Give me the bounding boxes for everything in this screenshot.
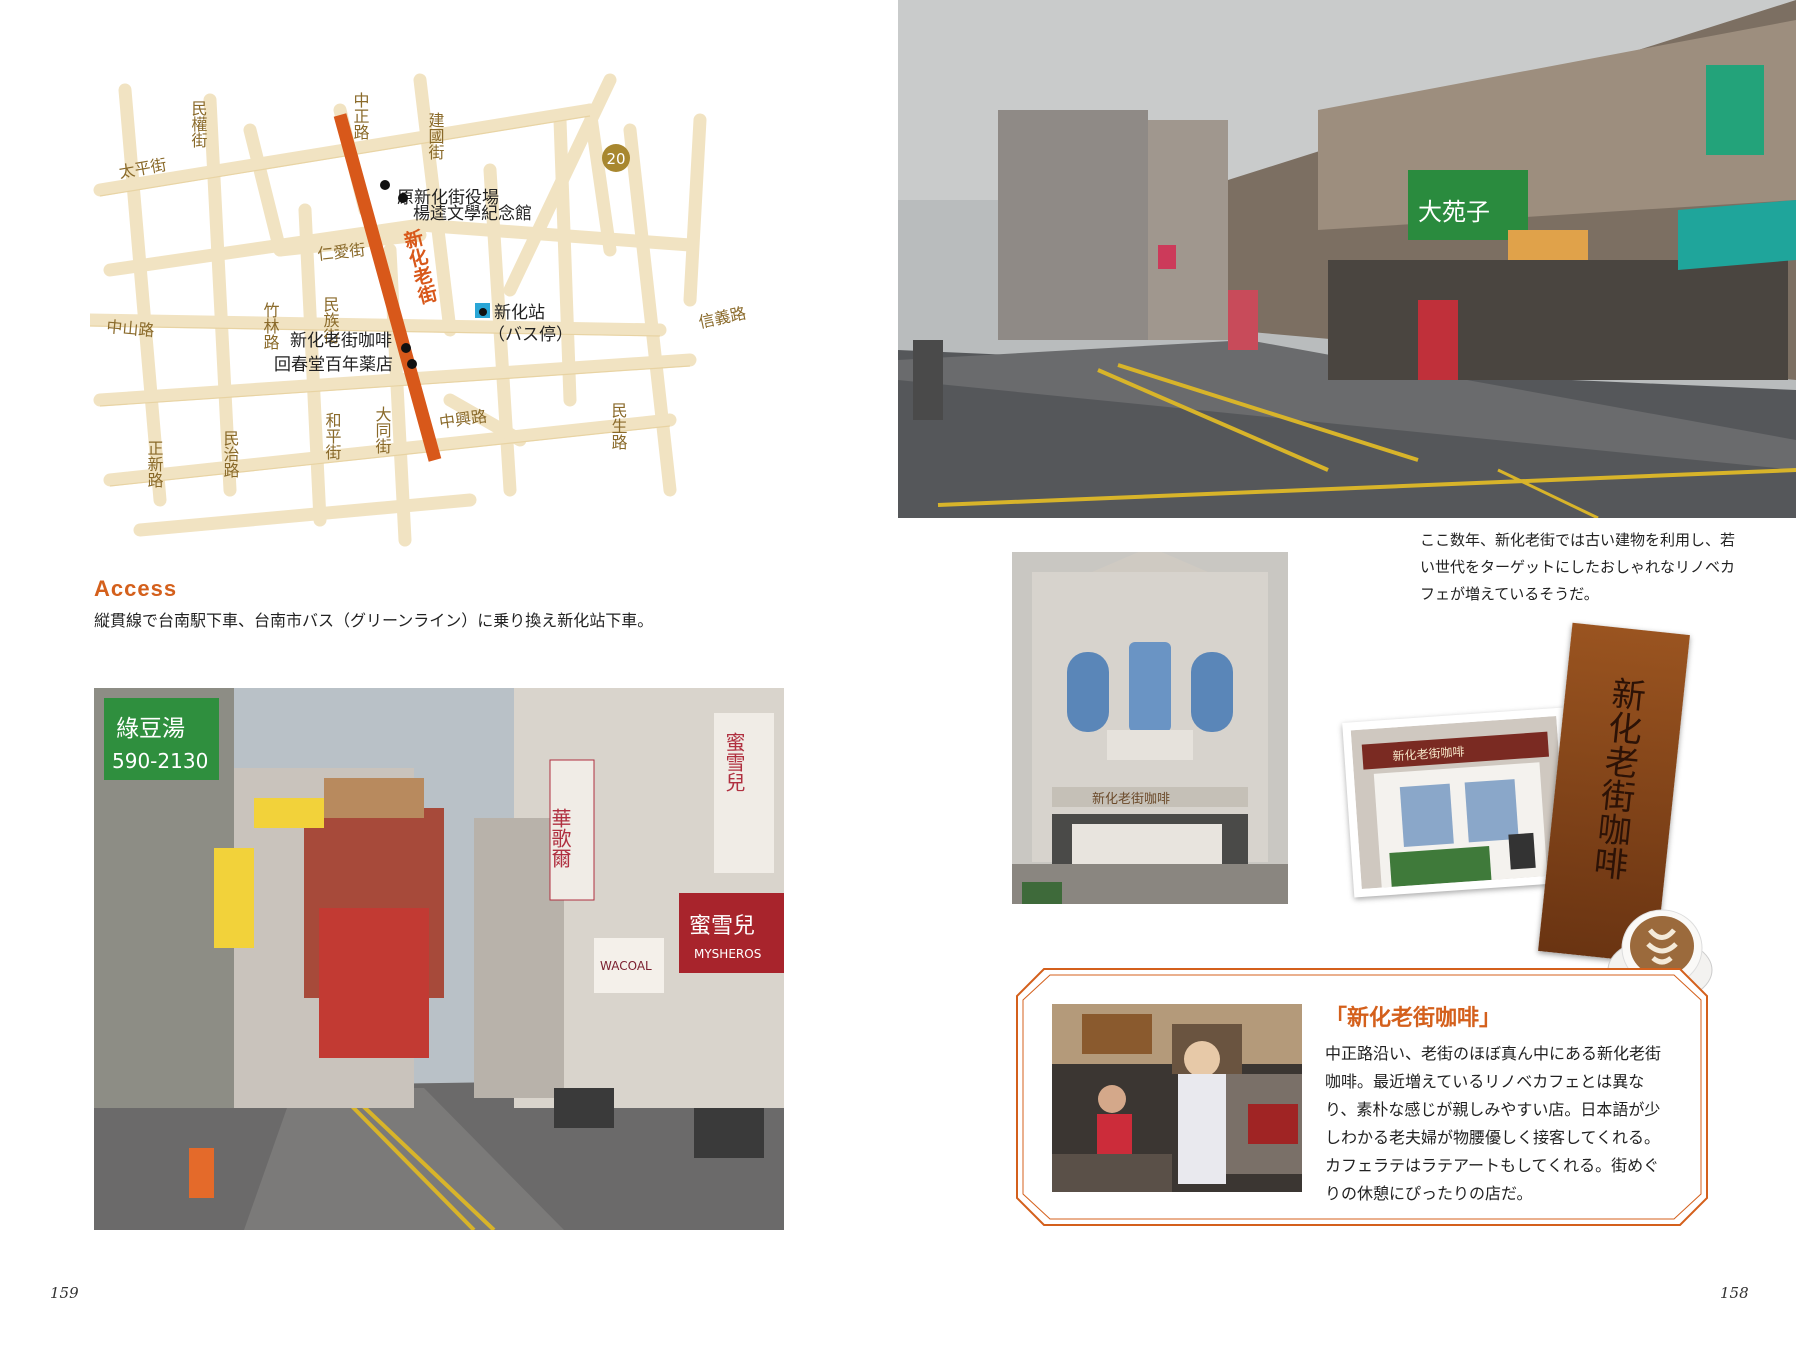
area-map: 20 太平街 民權街 中正路 建國街 仁愛街 竹林路 民族街 中山路 信義路 中… bbox=[90, 73, 748, 547]
sign-mi-xue-er-vertical: 蜜雪兒 bbox=[722, 732, 746, 792]
caption-renovated-cafes: ここ数年、新化老街では古い建物を利用し、若い世代をターゲットにしたおしゃれなリノ… bbox=[1420, 531, 1736, 603]
sign-dayuan: 大苑子 bbox=[1418, 198, 1490, 226]
page-number-left: 159 bbox=[50, 1284, 79, 1302]
road-label-zhongshan: 中山路 bbox=[106, 317, 155, 340]
sign-mysheros: MYSHEROS bbox=[694, 947, 761, 961]
route-badge: 20 bbox=[606, 150, 625, 168]
info-box-title: 「新化老街咖啡」 bbox=[1325, 1006, 1502, 1031]
poi-pharmacy: 回春堂百年薬店 bbox=[274, 355, 393, 375]
sign-wacoal: WACOAL bbox=[600, 959, 652, 973]
road-label-minsheng: 民生路 bbox=[609, 402, 628, 450]
road-label-xinyi: 信義路 bbox=[697, 303, 748, 332]
road-label-zhongzheng: 中正路 bbox=[351, 92, 370, 140]
poi-station-name: 新化站 bbox=[494, 303, 545, 323]
photo-cafe-shopfront: 新化老街咖啡 bbox=[1342, 707, 1576, 898]
road-label-heping: 和平街 bbox=[323, 412, 342, 460]
sign-hua-ge-er: 華歌爾 bbox=[548, 808, 572, 868]
road-label-renai: 仁愛街 bbox=[316, 240, 366, 264]
photo-cafe-facade: 新化老街咖啡 bbox=[1012, 552, 1288, 904]
road-label-jianguo: 建國街 bbox=[426, 112, 445, 160]
sign-phone: 590-2130 bbox=[112, 749, 208, 773]
wood-sign-text: 新化老街咖啡 bbox=[1586, 674, 1648, 882]
road-label-datong: 大同街 bbox=[373, 406, 392, 454]
road-label-minzhi: 民治路 bbox=[221, 430, 240, 478]
svg-text:民權街: 民權街 bbox=[189, 100, 208, 148]
access-text: 縦貫線で台南駅下車、台南市バス（グリーンライン）に乗り換え新化站下車。 bbox=[94, 611, 654, 630]
info-box-body: 中正路沿い、老街のほぼ真ん中にある新化老街咖啡。最近増えているリノベカフェとは異… bbox=[1325, 1044, 1662, 1203]
photo-street-top: 大苑子 bbox=[898, 0, 1796, 518]
road-label-zhengxin: 正新路 bbox=[145, 440, 164, 488]
sign-mi-xue-er: 蜜雪兒 bbox=[689, 914, 755, 939]
sign-cafe-facade: 新化老街咖啡 bbox=[1092, 791, 1170, 807]
photo-barista bbox=[1052, 1004, 1302, 1192]
sign-mung-bean: 綠豆湯 bbox=[116, 716, 185, 742]
road-label-minquan: 民權街 bbox=[189, 100, 208, 148]
poi-cafe: 新化老街咖啡 bbox=[290, 331, 392, 351]
poi-yang-kui: 楊逵文學紀念館 bbox=[413, 203, 532, 224]
page-number-right: 158 bbox=[1720, 1284, 1749, 1302]
photo-street-temple: 綠豆湯 590-2130 華歌爾 蜜雪兒 蜜雪兒 MYSHEROS WACOAL bbox=[94, 688, 784, 1230]
access-title: Access bbox=[94, 576, 178, 601]
road-label-zhongxing: 中興路 bbox=[438, 406, 488, 431]
road-label-zhulin: 竹林路 bbox=[261, 302, 280, 350]
poi-station-sub: （バス停） bbox=[488, 325, 573, 345]
